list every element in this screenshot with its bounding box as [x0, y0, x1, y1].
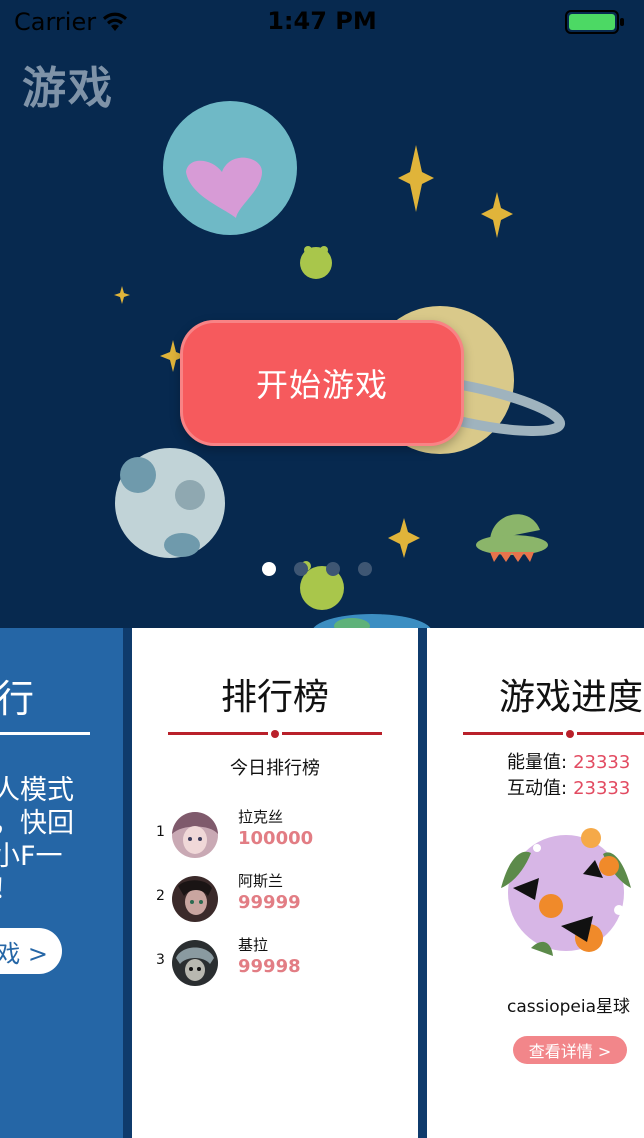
progress-divider-dot — [566, 730, 574, 738]
desc-line: 和小F一 — [0, 841, 63, 872]
player-score: 99999 — [238, 892, 301, 913]
rank-number: 1 — [156, 824, 165, 840]
ranking-divider-right — [282, 732, 382, 735]
progress-divider-right — [577, 732, 644, 735]
player-name: 阿斯兰 — [238, 872, 284, 890]
player-name: 拉克丝 — [238, 808, 284, 826]
mode-card[interactable]: 进行 单人模式 戏，快回 和小F一 吧！ 戏 > — [0, 628, 123, 1138]
ranking-title: 排行榜 — [220, 677, 329, 718]
interaction-stat: 互动值: 23333 — [507, 774, 630, 800]
desc-line: 戏，快回 — [0, 808, 74, 839]
planet-name: cassiopeia星球 — [507, 997, 630, 1017]
game-screen: 游戏 开始游戏 Carrier 1:47 PM 进行 单人模式 — [0, 0, 644, 1138]
rank-number: 3 — [156, 952, 165, 968]
status-bar: Carrier 1:47 PM — [0, 0, 644, 44]
progress-divider-left — [463, 732, 563, 735]
pager-dots[interactable] — [262, 562, 372, 578]
page-title: 游戏 — [22, 63, 114, 114]
desc-line: 单人模式 — [0, 775, 74, 806]
player-name: 基拉 — [238, 936, 269, 954]
hero-banner[interactable]: 游戏 开始游戏 — [0, 0, 644, 628]
rank-number: 2 — [156, 888, 165, 904]
energy-value: 23333 — [573, 752, 631, 773]
desc-line: 吧！ — [0, 873, 123, 906]
avatar — [172, 812, 218, 858]
clock: 1:47 PM — [267, 7, 377, 35]
battery-icon — [565, 10, 624, 34]
planet-illustration — [501, 828, 631, 956]
ranking-subtitle: 今日排行榜 — [230, 758, 320, 779]
pager-dot[interactable] — [262, 562, 276, 576]
ranking-row[interactable]: 3 基拉 99998 — [156, 936, 406, 990]
mode-card-divider — [0, 732, 90, 735]
pager-dot[interactable] — [294, 562, 308, 576]
feature-cards-carousel[interactable]: 进行 单人模式 戏，快回 和小F一 吧！ 戏 > 排行榜 今日排行榜 1 — [0, 628, 644, 1138]
pager-dot[interactable] — [358, 562, 372, 576]
ranking-row[interactable]: 1 拉克丝 100000 — [156, 808, 406, 862]
avatar — [172, 876, 218, 922]
player-score: 99998 — [238, 956, 301, 977]
energy-stat: 能量值: 23333 — [507, 748, 630, 774]
ranking-divider-dot — [271, 730, 279, 738]
mode-card-more-button[interactable]: 戏 > — [0, 928, 62, 974]
interaction-value: 23333 — [573, 778, 631, 799]
game-progress-card[interactable]: 游戏进度 能量值: 23333 互动值: 23333 cassiopeia星球 … — [427, 628, 644, 1138]
ranking-card[interactable]: 排行榜 今日排行榜 1 拉克丝 100000 2 阿斯兰 99999 3 基拉 … — [132, 628, 418, 1138]
view-details-button[interactable]: 查看详情 > — [513, 1036, 627, 1064]
mode-card-title: 进行 — [0, 677, 35, 721]
avatar — [172, 940, 218, 986]
ranking-divider-left — [168, 732, 268, 735]
player-score: 100000 — [238, 828, 314, 849]
start-game-button[interactable]: 开始游戏 — [180, 320, 464, 446]
pager-dot[interactable] — [326, 562, 340, 576]
mode-card-description: 单人模式 戏，快回 和小F一 吧！ — [0, 774, 123, 906]
interaction-label: 互动值: — [507, 778, 568, 799]
progress-title: 游戏进度 — [499, 677, 644, 718]
ranking-row[interactable]: 2 阿斯兰 99999 — [156, 872, 406, 926]
energy-label: 能量值: — [507, 752, 568, 773]
